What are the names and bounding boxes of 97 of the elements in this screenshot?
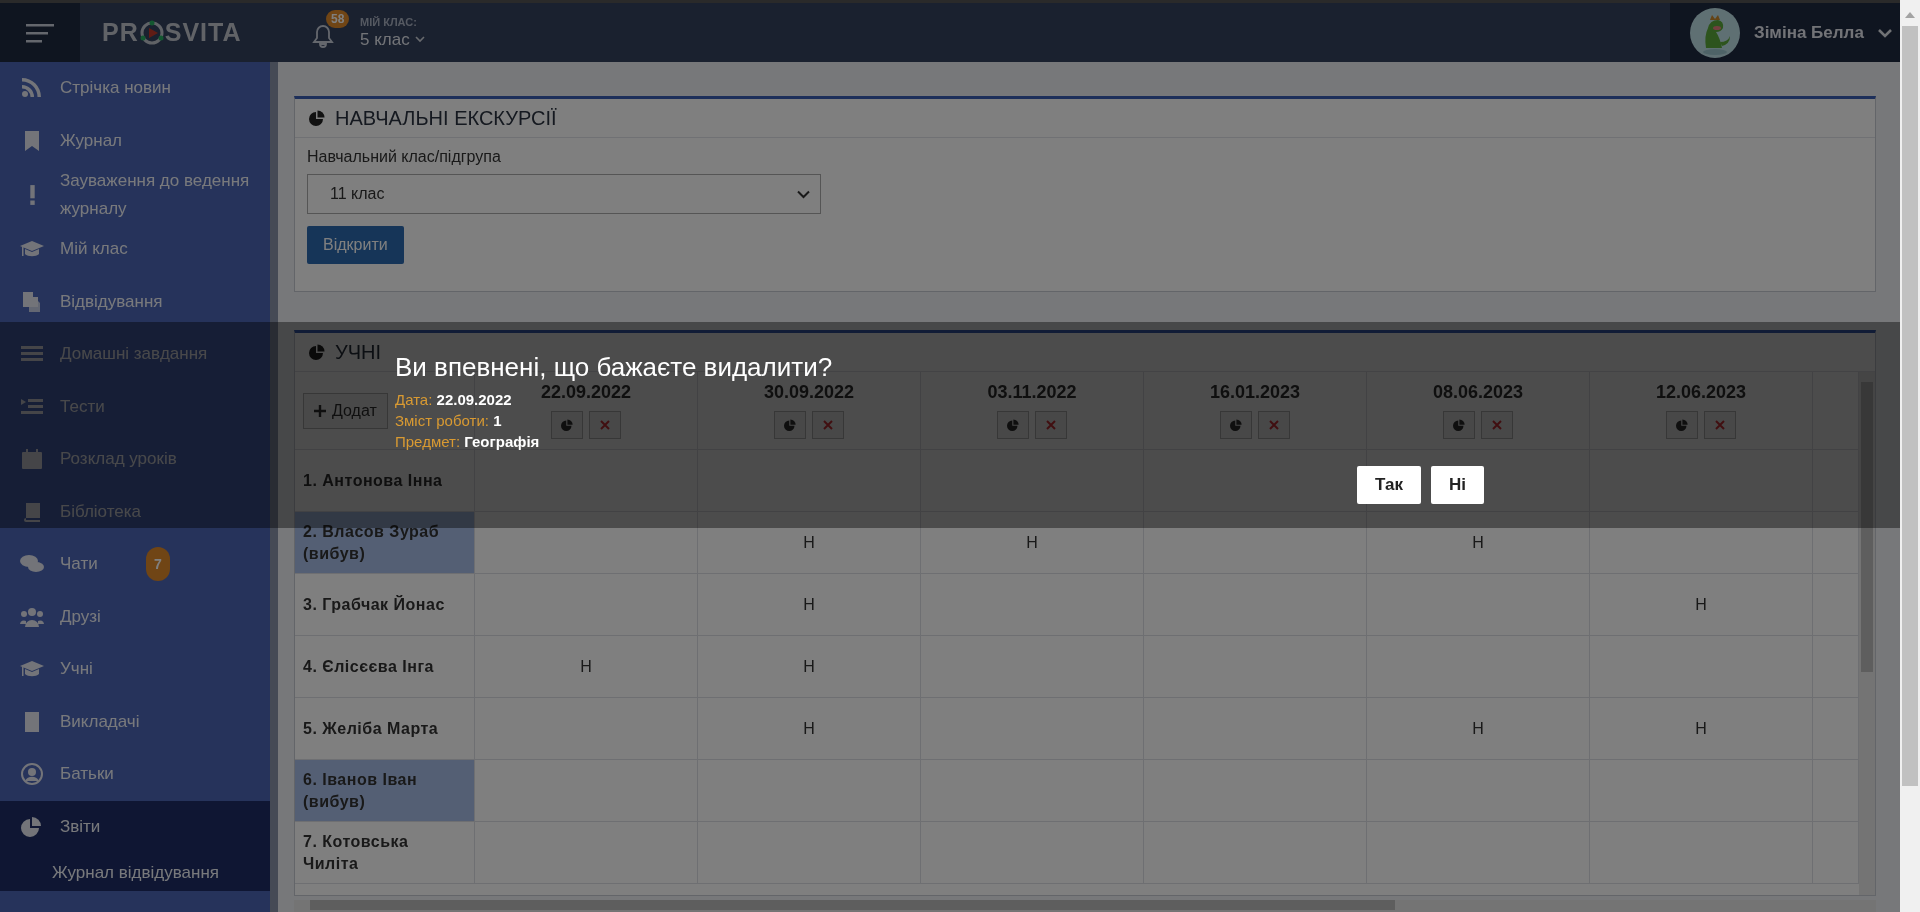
chevron-down-icon xyxy=(797,189,810,199)
open-button[interactable]: Відкрити xyxy=(307,226,404,264)
stats-button[interactable] xyxy=(997,411,1029,439)
horizontal-scrollbar[interactable] xyxy=(294,900,1876,912)
date-header: 30.09.2022 xyxy=(763,382,855,403)
table-cell: Н xyxy=(1590,574,1813,636)
confirm-button[interactable]: Так xyxy=(1357,466,1421,504)
stats-button[interactable] xyxy=(1443,411,1475,439)
close-icon xyxy=(1269,420,1279,430)
page-scrollbar[interactable] xyxy=(1900,0,1920,912)
delete-button[interactable] xyxy=(812,411,844,439)
class-select[interactable]: 11 клас xyxy=(307,174,821,214)
delete-button[interactable] xyxy=(1704,411,1736,439)
table-cell: Н xyxy=(1590,698,1813,760)
menu-button[interactable] xyxy=(0,3,80,62)
add-button[interactable]: Додат xyxy=(303,392,388,429)
bell-icon xyxy=(312,23,334,48)
sidebar-scrollbar[interactable] xyxy=(270,62,278,912)
table-cell: Н xyxy=(698,698,921,760)
sidebar-item[interactable]: Чати 7 xyxy=(0,538,270,591)
class-label: МІЙ КЛАС: xyxy=(360,15,418,28)
menu-icon xyxy=(26,22,54,43)
date-header: 03.11.2022 xyxy=(987,382,1077,403)
close-icon xyxy=(823,420,833,430)
sidebar-item[interactable]: Викладачі xyxy=(0,695,270,748)
delete-button[interactable] xyxy=(1035,411,1067,439)
pie-icon xyxy=(20,815,44,838)
sidebar-item[interactable]: Батьки xyxy=(0,748,270,801)
field-label: Навчальний клас/підгрупа xyxy=(307,148,501,166)
close-icon xyxy=(600,420,610,430)
sidebar-item[interactable]: Відвідування xyxy=(0,275,270,328)
sidebar-item[interactable]: Журнал xyxy=(0,114,270,167)
dialog-title: Ви впевнені, що бажаєте видалити? xyxy=(395,352,834,383)
sidebar-item[interactable]: Звіти xyxy=(0,800,270,853)
panel-title: УЧНІ xyxy=(335,340,382,364)
rss-icon xyxy=(20,77,44,100)
stats-button[interactable] xyxy=(1220,411,1252,439)
delete-button[interactable] xyxy=(1258,411,1290,439)
pie-chart-icon xyxy=(309,110,325,126)
dialog-detail: Зміст роботи: 1 xyxy=(395,411,502,431)
logo-text: PR xyxy=(102,18,139,47)
pie-chart-icon xyxy=(1230,419,1242,431)
table-cell: Н xyxy=(698,636,921,698)
pie-chart-icon xyxy=(309,344,325,360)
student-name: 7. Котовська Чиліта xyxy=(295,822,475,884)
logo-text: SVITA xyxy=(164,18,242,47)
delete-button[interactable] xyxy=(589,411,621,439)
sidebar-item[interactable]: Друзі xyxy=(0,590,270,643)
table-cell: Н xyxy=(921,512,1144,574)
user-menu[interactable]: Зіміна Белла xyxy=(1670,3,1900,62)
date-header: 22.09.2022 xyxy=(540,382,632,403)
pie-chart-icon xyxy=(1007,419,1019,431)
sidebar-subitem[interactable]: Журнал відвідування xyxy=(0,853,270,891)
cal-icon xyxy=(20,448,44,471)
cancel-button[interactable]: Ні xyxy=(1430,466,1484,504)
table-cell: Н xyxy=(475,636,698,698)
users-icon xyxy=(20,605,44,628)
table-cell: Н xyxy=(698,512,921,574)
dialog-detail: Предмет: Географія xyxy=(395,432,540,452)
table-cell: Н xyxy=(1367,698,1590,760)
student-name: 4. Єлісєєва Інга xyxy=(295,636,475,698)
close-icon xyxy=(1492,420,1502,430)
table-cell: Н xyxy=(1367,512,1590,574)
sidebar-item[interactable]: Стрічка новин xyxy=(0,62,270,115)
chevron-down-icon xyxy=(1877,27,1892,38)
delete-button[interactable] xyxy=(1481,411,1513,439)
class-dropdown[interactable]: 5 клас xyxy=(360,27,425,50)
notification-count: 58 xyxy=(326,9,350,28)
pie-chart-icon xyxy=(1676,419,1688,431)
close-icon xyxy=(1715,420,1725,430)
close-icon xyxy=(1046,420,1056,430)
student-name: 3. Грабчак Йонас xyxy=(295,574,475,636)
table-scrollbar[interactable] xyxy=(1859,372,1875,895)
dialog-detail: Дата: 22.09.2022 xyxy=(395,390,512,410)
unread-badge: 7 xyxy=(146,547,170,582)
stats-button[interactable] xyxy=(774,411,806,439)
pie-chart-icon xyxy=(561,419,573,431)
excl-icon xyxy=(29,184,36,206)
user-icon xyxy=(20,763,44,786)
table-cell: Н xyxy=(698,574,921,636)
pie-chart-icon xyxy=(1453,419,1465,431)
logo-icon xyxy=(138,19,165,46)
chevron-down-icon xyxy=(414,36,425,43)
stats-button[interactable] xyxy=(1666,411,1698,439)
sidebar-item[interactable]: Мій клас xyxy=(0,223,270,276)
date-header: 16.01.2023 xyxy=(1209,382,1301,403)
sidebar-item[interactable]: Зауваження до ведення журналу xyxy=(0,167,270,223)
scroll-up-icon[interactable] xyxy=(1905,12,1915,18)
date-header: 12.06.2023 xyxy=(1655,382,1747,403)
student-name: 2. Власов Зураб (вибув) xyxy=(295,512,475,574)
date-header: 08.06.2023 xyxy=(1432,382,1524,403)
sidebar-item[interactable]: Учні xyxy=(0,643,270,696)
student-name: 6. Іванов Іван (вибув) xyxy=(295,760,475,822)
stats-button[interactable] xyxy=(551,411,583,439)
panel-title: НАВЧАЛЬНІ ЕКСКУРСІЇ xyxy=(335,106,557,130)
pie-chart-icon xyxy=(784,419,796,431)
plus-icon xyxy=(314,404,326,417)
